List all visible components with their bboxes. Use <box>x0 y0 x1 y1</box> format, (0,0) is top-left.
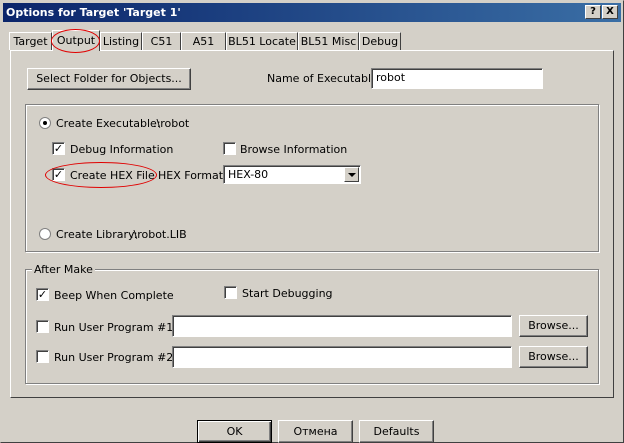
create-executable-radio[interactable] <box>39 117 51 129</box>
after-make-legend: After Make <box>32 263 95 276</box>
tab-a51[interactable]: A51 <box>181 32 226 50</box>
tab-debug[interactable]: Debug <box>359 32 401 50</box>
browse-button-1[interactable]: Browse... <box>519 315 588 337</box>
debug-information-checkbox[interactable]: ✓ <box>52 142 65 155</box>
start-debugging-label: Start Debugging <box>242 287 333 300</box>
start-debugging-checkbox[interactable] <box>224 286 237 299</box>
browse-information-checkbox[interactable] <box>223 142 236 155</box>
create-executable-path: .\robot <box>153 117 190 130</box>
create-hex-file-checkbox[interactable]: ✓ <box>52 168 65 181</box>
create-library-label: Create Library: <box>56 228 138 241</box>
browse-information-label: Browse Information <box>240 143 348 156</box>
tab-bl51-locate[interactable]: BL51 Locate <box>226 32 298 50</box>
chevron-down-icon[interactable] <box>344 167 359 182</box>
tab-bl51-misc[interactable]: BL51 Misc <box>298 32 359 50</box>
run-user-program-2-label: Run User Program #2: <box>54 351 177 364</box>
run-user-program-1-checkbox[interactable] <box>36 320 49 333</box>
help-button[interactable]: ? <box>585 5 601 19</box>
radio-selected-dot <box>43 121 47 125</box>
tab-listing[interactable]: Listing <box>100 32 142 50</box>
select-folder-button[interactable]: Select Folder for Objects... <box>27 68 191 90</box>
create-executable-label: Create Executable: <box>56 117 161 130</box>
title-bar[interactable]: Options for Target 'Target 1' ? X <box>3 3 621 22</box>
defaults-button[interactable]: Defaults <box>359 420 434 443</box>
close-button[interactable]: X <box>602 5 618 19</box>
options-dialog: Options for Target 'Target 1' ? X Target… <box>0 0 624 443</box>
run-user-program-1-input[interactable] <box>172 315 512 337</box>
run-user-program-2-input[interactable] <box>172 346 512 368</box>
create-library-path: .\robot.LIB <box>130 228 187 241</box>
name-of-executable-input[interactable]: robot <box>371 68 543 89</box>
tab-c51[interactable]: C51 <box>142 32 181 50</box>
beep-when-complete-checkbox[interactable]: ✓ <box>36 288 49 301</box>
debug-information-label: Debug Information <box>70 143 174 156</box>
cancel-button[interactable]: Отмена <box>278 420 353 443</box>
create-hex-file-label: Create HEX File <box>70 169 155 182</box>
run-user-program-2-checkbox[interactable] <box>36 350 49 363</box>
browse-button-2[interactable]: Browse... <box>519 346 588 368</box>
beep-when-complete-label: Beep When Complete <box>54 289 174 302</box>
run-user-program-1-label: Run User Program #1: <box>54 321 177 334</box>
hex-format-select[interactable]: HEX-80 <box>223 165 361 184</box>
hex-format-label: HEX Format: <box>158 169 227 182</box>
tab-output[interactable]: Output <box>52 30 100 51</box>
hex-format-value: HEX-80 <box>228 168 269 181</box>
ok-button[interactable]: OK <box>197 420 272 443</box>
tab-strip: Target Output Listing C51 A51 BL51 Locat… <box>9 30 609 51</box>
window-title: Options for Target 'Target 1' <box>6 6 181 19</box>
name-of-executable-label: Name of Executable: <box>267 72 382 85</box>
tab-target[interactable]: Target <box>9 32 52 50</box>
create-library-radio[interactable] <box>39 228 51 240</box>
